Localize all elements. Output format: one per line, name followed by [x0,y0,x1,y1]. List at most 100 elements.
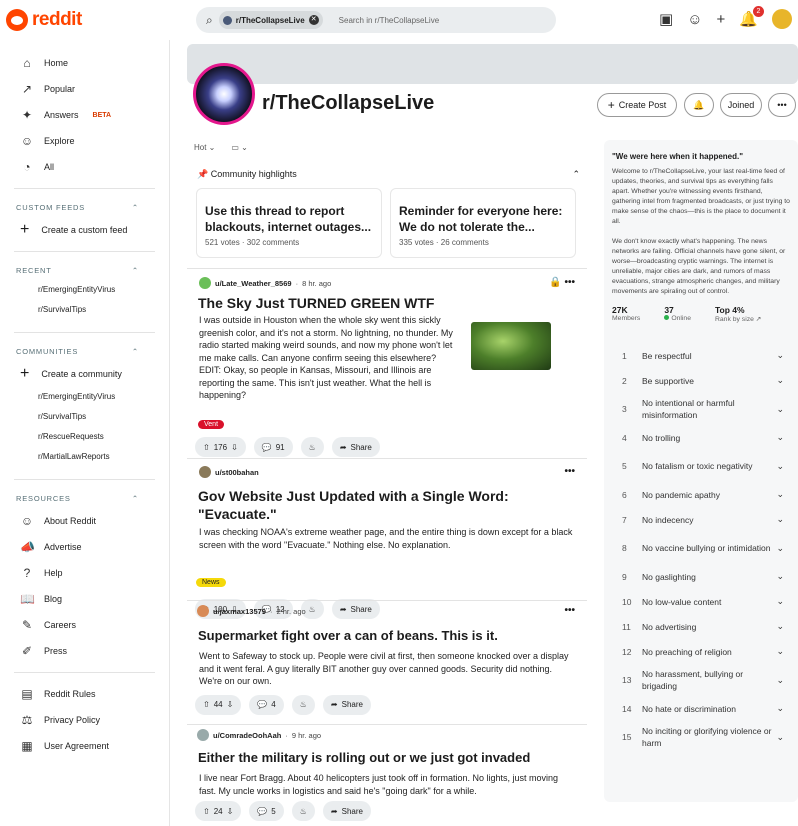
rule-item[interactable]: 13 No harassment, bullying or brigading ⌄ [604,664,798,696]
search-bar[interactable]: ⌕ r/TheCollapseLive ✕ Search in r/TheCol… [196,7,556,33]
nav-all[interactable]: ◔ All [0,154,169,180]
communities-header[interactable]: COMMUNITIES ⌃ [0,341,169,361]
award-button[interactable]: ♨ [300,437,324,457]
rule-item[interactable]: 5 No fatalism or toxic negativity ⌄ [604,450,798,482]
post-title[interactable]: Gov Website Just Updated with a Single W… [187,487,587,523]
community-link[interactable]: r/EmergingEntityVirus [0,387,169,407]
vote-control[interactable]: ⇧ 24 ⇩ [195,801,242,821]
rule-item[interactable]: 8 No vaccine bullying or intimidation ⌄ [604,532,798,564]
nav-explore[interactable]: ☺ Explore [0,128,169,154]
post-flair[interactable]: Vent [198,420,225,429]
upvote-icon[interactable]: ⇧ [203,807,210,816]
search-input[interactable]: Search in r/TheCollapseLive [339,16,440,25]
share-button[interactable]: ➦ Share [331,437,380,457]
highlight-card[interactable]: Use this thread to report blackouts, int… [196,188,382,258]
upvote-icon[interactable]: ⇧ [203,443,210,452]
post-author[interactable]: u/Late_Weather_8569 [215,279,292,288]
nav-about-reddit[interactable]: ☺ About Reddit [0,508,169,534]
community-link[interactable]: r/RescueRequests [0,427,169,447]
rule-item[interactable]: 6 No pandemic apathy ⌄ [604,482,798,507]
post-flair[interactable]: News [196,578,226,587]
nav-press[interactable]: ✐ Press [0,638,169,664]
upvote-icon[interactable]: ⇧ [203,700,210,709]
rule-number: 3 [622,404,627,414]
lock-and-more-icon[interactable]: 🔒 ••• [549,277,575,288]
rule-item[interactable]: 10 No low-value content ⌄ [604,589,798,614]
rule-item[interactable]: 1 Be respectful ⌄ [604,343,798,368]
post-card[interactable]: u/ComradeOohAah · 9 hr. ago Either the m… [187,729,587,821]
more-options-button[interactable]: ••• [768,93,796,117]
downvote-icon[interactable]: ⇩ [227,700,234,709]
comments-button[interactable]: 💬 5 [249,801,284,821]
rule-item[interactable]: 15 No inciting or glorifying violence or … [604,721,798,753]
post-title[interactable]: Supermarket fight over a can of beans. T… [187,627,587,645]
custom-feeds-header[interactable]: CUSTOM FEEDS ⌃ [0,197,169,217]
search-scope-chip[interactable]: r/TheCollapseLive ✕ [218,11,323,29]
chevron-down-icon: ⌄ [776,646,784,656]
community-link[interactable]: r/SurvivalTips [0,407,169,427]
rule-item[interactable]: 9 No gaslighting ⌄ [604,564,798,589]
nav-home[interactable]: ⌂ Home [0,50,169,76]
rule-item[interactable]: 2 Be supportive ⌄ [604,368,798,393]
remove-chip-icon[interactable]: ✕ [308,15,319,25]
create-post-button[interactable]: + Create Post [597,93,677,117]
rule-item[interactable]: 11 No advertising ⌄ [604,614,798,639]
post-thumbnail[interactable] [471,322,551,370]
nav-help[interactable]: ? Help [0,560,169,586]
nav-careers[interactable]: ✎ Careers [0,612,169,638]
view-toggle[interactable]: ▭ ⌄ [231,143,247,152]
nav-blog[interactable]: 📖 Blog [0,586,169,612]
rule-item[interactable]: 12 No preaching of religion ⌄ [604,639,798,664]
comments-button[interactable]: 💬 4 [249,694,284,715]
community-highlights-header[interactable]: 📌 Community highlights ⌃ [197,169,580,180]
create-icon[interactable]: + [717,11,726,28]
rule-item[interactable]: 7 No indecency ⌄ [604,507,798,532]
post-author[interactable]: u/ComradeOohAah [213,731,281,740]
post-author[interactable]: u/st00bahan [215,468,259,477]
community-link[interactable]: r/MartialLawReports [0,447,169,467]
joined-button[interactable]: Joined [720,93,762,117]
rule-item[interactable]: 4 No trolling ⌄ [604,425,798,450]
nav-advertise[interactable]: 📣 Advertise [0,534,169,560]
nav-reddit-rules[interactable]: ▤ Reddit Rules [0,681,169,707]
vote-control[interactable]: ⇧ 44 ⇩ [195,694,242,715]
nav-answers[interactable]: ✦ Answers BETA [0,102,169,128]
post-author[interactable]: u/jaxmax13579 [213,607,266,616]
reddit-logo[interactable]: reddit [6,9,82,31]
community-link[interactable]: r/SurvivalTips [0,300,169,320]
sort-dropdown[interactable]: Hot ⌄ [194,143,215,152]
create-community-button[interactable]: + Create a community [0,361,169,387]
left-sidebar: ⌂ Home ↗ Popular ✦ Answers BETA ☺ Explore ◔ All CU… [0,40,170,826]
downvote-icon[interactable]: ⇩ [227,807,234,816]
notifications-icon[interactable]: 🔔 2 [739,6,764,28]
post-card[interactable]: u/jaxmax13579 · 2 hr. ago ••• Supermarke… [187,605,587,715]
more-icon[interactable]: ••• [564,605,575,616]
resources-header[interactable]: RESOURCES ⌃ [0,488,169,508]
create-custom-feed-button[interactable]: + Create a custom feed [0,217,169,243]
nav-privacy-policy[interactable]: ⚖ Privacy Policy [0,707,169,733]
nav-popular[interactable]: ↗ Popular [0,76,169,102]
vote-control[interactable]: ⇧ 176 ⇩ [195,437,246,457]
award-button[interactable]: ♨ [291,801,315,821]
award-button[interactable]: ♨ [291,694,315,715]
nav-user-agreement[interactable]: ▦ User Agreement [0,733,169,759]
post-title[interactable]: The Sky Just TURNED GREEN WTF [187,294,587,312]
rule-item[interactable]: 3 No intentional or harmful misinformatio… [604,393,798,425]
community-link[interactable]: r/EmergingEntityVirus [0,280,169,300]
highlight-card[interactable]: Reminder for everyone here: We do not to… [390,188,576,258]
share-button[interactable]: ➦ Share [322,694,371,715]
chat-icon[interactable]: ☺ [687,11,702,28]
advertise-icon[interactable]: ▣ [659,10,673,28]
downvote-icon[interactable]: ⇩ [231,443,238,452]
rank-stat[interactable]: Top 4% Rank by size ↗ [715,305,762,323]
rule-item[interactable]: 14 No hate or discrimination ⌄ [604,696,798,721]
comments-button[interactable]: 💬 91 [253,437,293,457]
share-button[interactable]: ➦ Share [322,801,371,821]
user-avatar[interactable] [772,9,792,29]
post-card[interactable]: u/st00bahan ••• Gov Website Just Updated… [187,466,587,619]
post-title[interactable]: Either the military is rolling out or we… [187,749,587,767]
recent-header[interactable]: RECENT ⌃ [0,260,169,280]
post-card[interactable]: u/Late_Weather_8569 · 8 hr. ago 🔒 ••• Th… [187,277,587,457]
more-icon[interactable]: ••• [564,466,575,477]
notification-bell-button[interactable]: 🔔 [684,93,714,117]
